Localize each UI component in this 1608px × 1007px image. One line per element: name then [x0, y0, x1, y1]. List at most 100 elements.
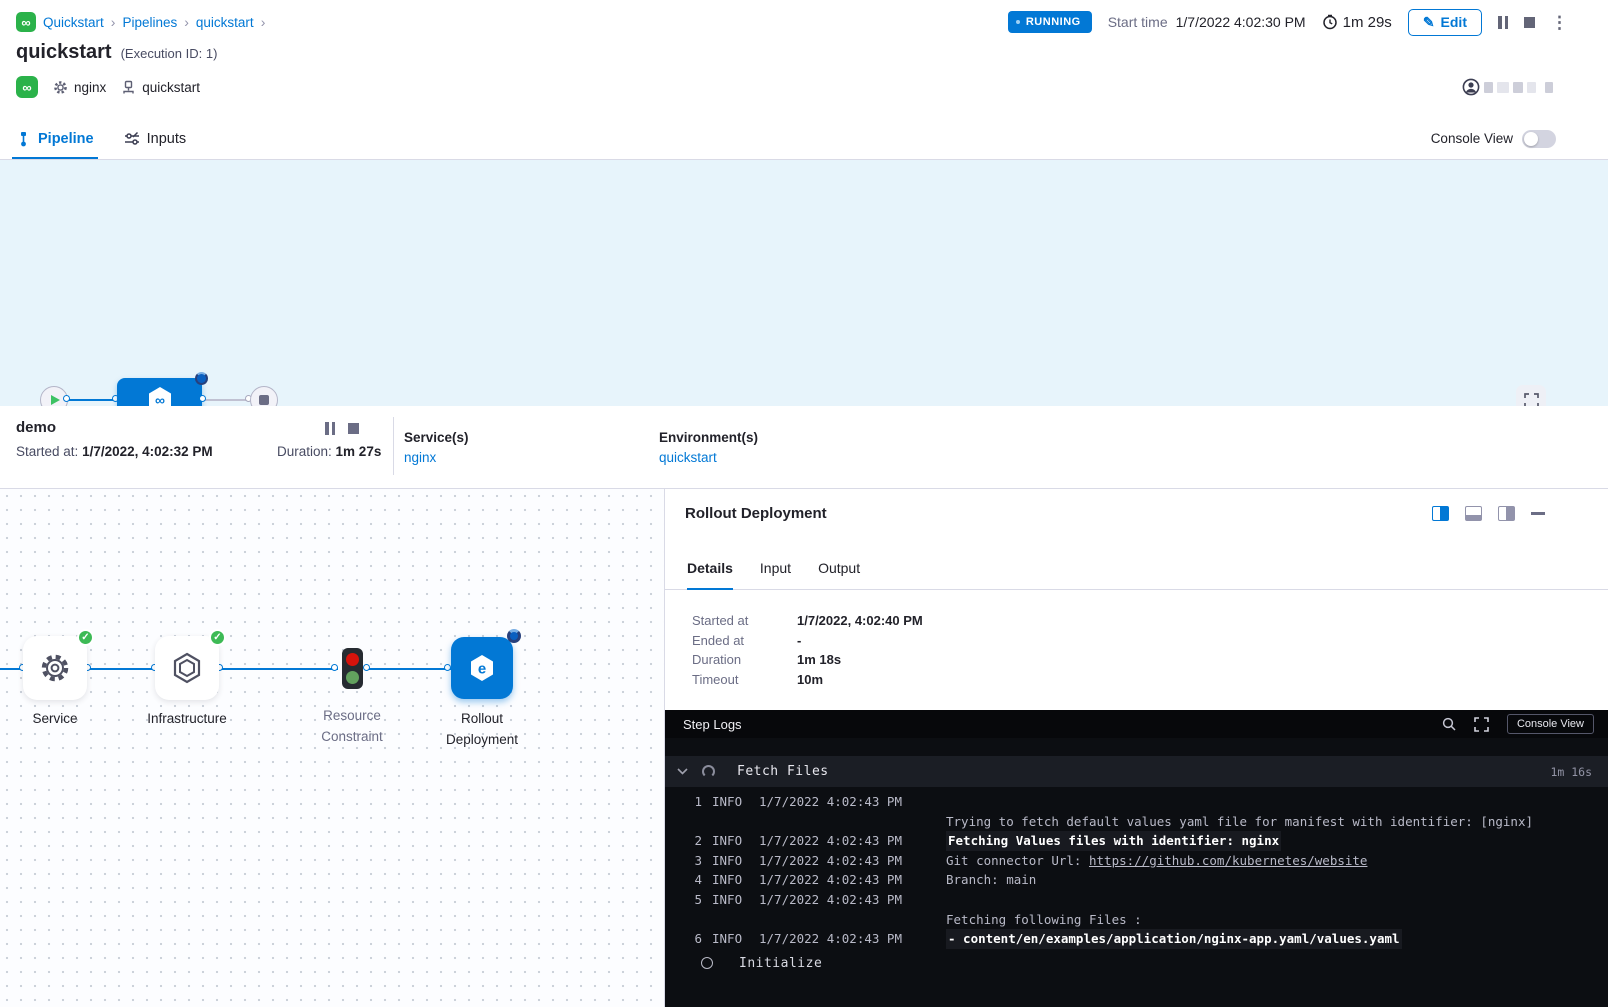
step-logs-title: Step Logs: [683, 717, 742, 732]
detail-row: Started at1/7/2022, 4:02:40 PM: [692, 611, 923, 631]
gear-icon: [53, 80, 68, 95]
edge-start-to-stage: [68, 399, 117, 401]
tab-input[interactable]: Input: [760, 557, 791, 589]
environments-label: Environment(s): [659, 430, 758, 445]
success-check-icon: ✓: [209, 629, 226, 646]
log-section-name: Fetch Files: [737, 764, 829, 779]
edit-button[interactable]: ✎Edit: [1408, 9, 1482, 36]
console-view-button[interactable]: Console View: [1507, 714, 1594, 734]
chevron-down-icon: [677, 768, 688, 775]
environment-link[interactable]: quickstart: [659, 450, 758, 465]
edge-connector-dot: [63, 395, 70, 402]
pipeline-icon: [16, 131, 31, 147]
harness-e-icon: e: [466, 652, 498, 684]
step-node-service[interactable]: ✓: [23, 636, 87, 700]
service-link[interactable]: nginx: [404, 450, 469, 465]
log-section-fetch-files[interactable]: Fetch Files 1m 16s: [665, 756, 1608, 787]
duration-value: 1m 27s: [336, 444, 382, 459]
step-label-rollout-deployment: RolloutDeployment: [422, 708, 542, 750]
status-badge: RUNNING: [1008, 11, 1092, 33]
search-icon[interactable]: [1442, 717, 1456, 731]
execution-id: (Execution ID: 1): [121, 46, 218, 61]
log-link[interactable]: https://github.com/kubernetes/website: [1089, 853, 1367, 868]
step-edge: [366, 668, 451, 670]
service-tag[interactable]: nginx: [53, 80, 106, 95]
svg-text:e: e: [478, 661, 486, 678]
step-label-service: Service: [0, 708, 115, 729]
environment-icon: [121, 80, 136, 95]
step-edge: [219, 668, 338, 670]
tab-details[interactable]: Details: [687, 557, 733, 589]
clock-icon: [1322, 14, 1338, 30]
pipeline-graph-canvas[interactable]: ∞ demo + −: [0, 160, 1608, 406]
duration-label: Duration:: [277, 444, 332, 459]
chevron-right-icon: ›: [261, 14, 266, 30]
breadcrumb: ∞ Quickstart › Pipelines › quickstart ›: [16, 12, 265, 32]
expand-logs-icon[interactable]: [1474, 717, 1489, 732]
started-at-value: 1/7/2022, 4:02:32 PM: [82, 444, 213, 459]
hexagon-icon: [170, 651, 204, 685]
detail-row: Duration1m 18s: [692, 650, 923, 670]
step-detail-title: Rollout Deployment: [685, 505, 827, 522]
pause-stage-button[interactable]: [325, 422, 335, 435]
tab-pipeline[interactable]: Pipeline: [16, 118, 94, 159]
inputs-icon: [124, 131, 140, 147]
running-spinner-icon: [195, 372, 208, 385]
log-line: 2INFO1/7/2022 4:02:43 PMFetching Values …: [665, 831, 1608, 851]
redacted-username-block: [1527, 82, 1536, 93]
pending-circle-icon: [701, 957, 713, 969]
console-view-toggle[interactable]: [1522, 130, 1556, 148]
running-spinner-icon: [507, 629, 521, 643]
minimize-panel-button[interactable]: [1531, 512, 1545, 515]
breadcrumb-pipelines[interactable]: Pipelines: [122, 15, 177, 30]
pause-execution-button[interactable]: [1498, 16, 1508, 29]
stop-stage-button[interactable]: [348, 423, 359, 434]
layout-bottom-panel-button[interactable]: [1465, 506, 1482, 521]
execution-detail-area: ✓ ✓ e Service Infrastructure ResourceCon…: [0, 489, 1608, 1007]
chevron-right-icon: ›: [111, 14, 116, 30]
step-node-infrastructure[interactable]: ✓: [155, 636, 219, 700]
start-time-value: 1/7/2022 4:02:30 PM: [1176, 14, 1306, 30]
log-section-duration: 1m 16s: [1550, 765, 1592, 779]
services-label: Service(s): [404, 430, 469, 445]
log-line: 3INFO1/7/2022 4:02:43 PMGit connector Ur…: [665, 851, 1608, 871]
log-line: 6INFO1/7/2022 4:02:43 PM- content/en/exa…: [665, 929, 1608, 949]
detail-row: Timeout10m: [692, 670, 923, 690]
log-section-initialize[interactable]: Initialize: [665, 956, 1608, 971]
step-graph-canvas[interactable]: ✓ ✓ e Service Infrastructure ResourceCon…: [0, 489, 664, 1007]
environment-tag[interactable]: quickstart: [121, 80, 200, 95]
stop-execution-button[interactable]: [1524, 17, 1535, 28]
detail-row: Ended at-: [692, 631, 923, 651]
tab-inputs[interactable]: Inputs: [124, 118, 187, 159]
execution-header: ∞ Quickstart › Pipelines › quickstart › …: [0, 0, 1608, 118]
breadcrumb-project[interactable]: Quickstart: [43, 15, 104, 30]
log-line: 5INFO1/7/2022 4:02:43 PM: [665, 890, 1608, 910]
log-line: 4INFO1/7/2022 4:02:43 PMBranch: main: [665, 870, 1608, 890]
step-node-resource-constraint[interactable]: [342, 648, 363, 689]
triggered-by-user: [1462, 78, 1553, 96]
breadcrumb-pipeline-name[interactable]: quickstart: [196, 15, 254, 30]
success-check-icon: ✓: [77, 629, 94, 646]
layout-minimized-panel-button[interactable]: [1498, 506, 1515, 521]
step-node-rollout-deployment[interactable]: e: [451, 637, 513, 699]
step-edge: [87, 668, 155, 670]
page-title: quickstart: [16, 41, 112, 64]
red-light-icon: [346, 653, 359, 666]
pencil-icon: ✎: [1423, 14, 1435, 31]
step-label-resource-constraint: ResourceConstraint: [292, 705, 412, 747]
more-options-button[interactable]: ⋮: [1551, 14, 1568, 31]
view-tabbar: Pipeline Inputs Console View: [0, 118, 1608, 160]
log-line: 1INFO1/7/2022 4:02:43 PM: [665, 792, 1608, 812]
log-line-continuation: Fetching following Files :: [665, 910, 1608, 930]
log-lines[interactable]: 1INFO1/7/2022 4:02:43 PM Trying to fetch…: [665, 792, 1608, 971]
green-light-icon: [346, 671, 359, 684]
step-label-infrastructure: Infrastructure: [127, 708, 247, 729]
tab-output[interactable]: Output: [818, 557, 860, 589]
chevron-right-icon: ›: [184, 14, 189, 30]
edge-connector-dot: [199, 395, 206, 402]
log-section-name: Initialize: [739, 956, 822, 971]
loading-spinner-icon: [702, 765, 715, 778]
cd-module-icon: ∞: [16, 76, 38, 98]
redacted-username-block: [1545, 82, 1553, 93]
layout-right-panel-button[interactable]: [1432, 506, 1449, 521]
